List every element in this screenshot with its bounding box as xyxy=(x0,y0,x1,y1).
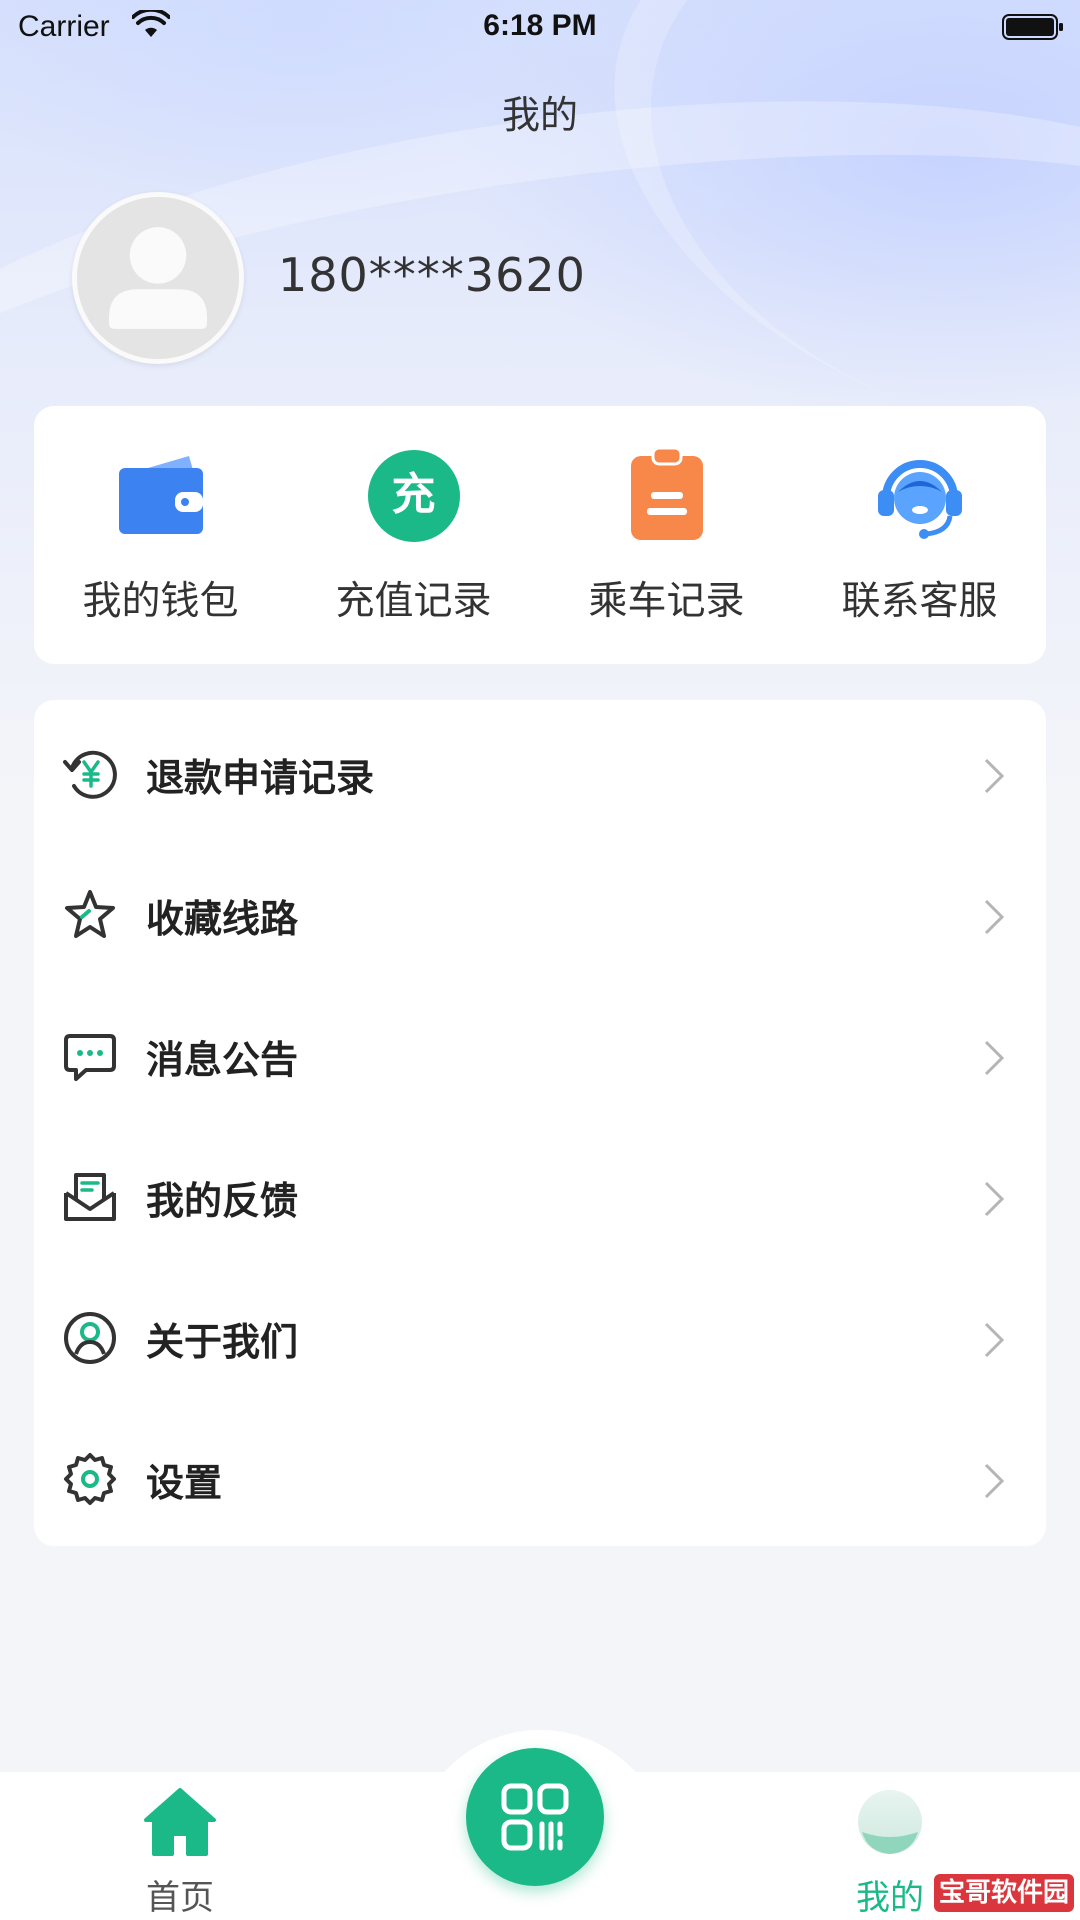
menu-item-label: 收藏线路 xyxy=(146,897,299,941)
chevron-right-icon xyxy=(984,1322,1005,1358)
user-circle-icon xyxy=(64,1312,116,1364)
recharge-records-label: 充值记录 xyxy=(335,579,492,624)
quick-actions-card: 我的钱包 充 充值记录 乘车记录 联系客服 xyxy=(34,406,1046,664)
menu-item-label: 设置 xyxy=(146,1461,223,1505)
customer-service-button[interactable]: 联系客服 xyxy=(793,406,1046,664)
menu-item-favorite-routes[interactable]: 收藏线路 xyxy=(34,841,1046,982)
wallet-label: 我的钱包 xyxy=(82,579,239,624)
ride-records-button[interactable]: 乘车记录 xyxy=(540,406,793,664)
refund-icon xyxy=(63,750,117,799)
menu-item-announcements[interactable]: 消息公告 xyxy=(34,982,1046,1123)
tab-home[interactable]: 首页 xyxy=(120,1780,240,1920)
chevron-right-icon xyxy=(984,1181,1005,1217)
home-icon xyxy=(144,1788,216,1856)
star-icon xyxy=(65,890,115,938)
tab-mine[interactable]: 我的 xyxy=(830,1780,950,1920)
headset-icon xyxy=(877,460,962,539)
scan-qr-button[interactable] xyxy=(466,1748,604,1886)
gear-icon xyxy=(64,1453,116,1505)
qr-code-icon xyxy=(501,1783,569,1851)
menu-item-settings[interactable]: 设置 xyxy=(34,1405,1046,1546)
status-bar: Carrier 6:18 PM xyxy=(0,0,1080,56)
recharge-records-button[interactable]: 充 充值记录 xyxy=(287,406,540,664)
tab-mine-label: 我的 xyxy=(856,1878,924,1918)
chevron-right-icon xyxy=(984,1040,1005,1076)
chevron-right-icon xyxy=(984,899,1005,935)
chevron-right-icon xyxy=(984,758,1005,794)
menu-item-about-us[interactable]: 关于我们 xyxy=(34,1264,1046,1405)
ride-records-label: 乘车记录 xyxy=(588,579,745,624)
message-icon xyxy=(64,1034,116,1081)
clock: 6:18 PM xyxy=(483,9,597,42)
tab-home-label: 首页 xyxy=(146,1878,214,1918)
battery-icon xyxy=(1002,14,1063,40)
page-title: 我的 xyxy=(501,93,578,137)
chevron-right-icon xyxy=(984,1463,1005,1499)
wallet-icon xyxy=(118,456,203,534)
user-phone[interactable]: 180****3620 xyxy=(278,248,586,302)
menu-item-label: 关于我们 xyxy=(146,1320,299,1364)
menu-item-label: 我的反馈 xyxy=(146,1179,299,1223)
user-placeholder-icon xyxy=(77,197,239,359)
mail-icon xyxy=(64,1173,116,1221)
menu-card: 退款申请记录 收藏线路 消息公告 我的反馈 关于我们 设置 xyxy=(34,700,1046,1546)
menu-item-refund-records[interactable]: 退款申请记录 xyxy=(34,700,1046,841)
menu-item-feedback[interactable]: 我的反馈 xyxy=(34,1123,1046,1264)
menu-item-label: 退款申请记录 xyxy=(146,756,375,800)
recharge-icon-glyph: 充 xyxy=(391,469,436,520)
avatar[interactable] xyxy=(72,192,244,364)
wallet-button[interactable]: 我的钱包 xyxy=(34,406,287,664)
menu-item-label: 消息公告 xyxy=(146,1038,299,1082)
mine-icon xyxy=(858,1790,922,1854)
clipboard-icon xyxy=(630,446,703,540)
watermark: 宝哥软件园 xyxy=(934,1874,1074,1912)
customer-service-label: 联系客服 xyxy=(841,579,998,624)
